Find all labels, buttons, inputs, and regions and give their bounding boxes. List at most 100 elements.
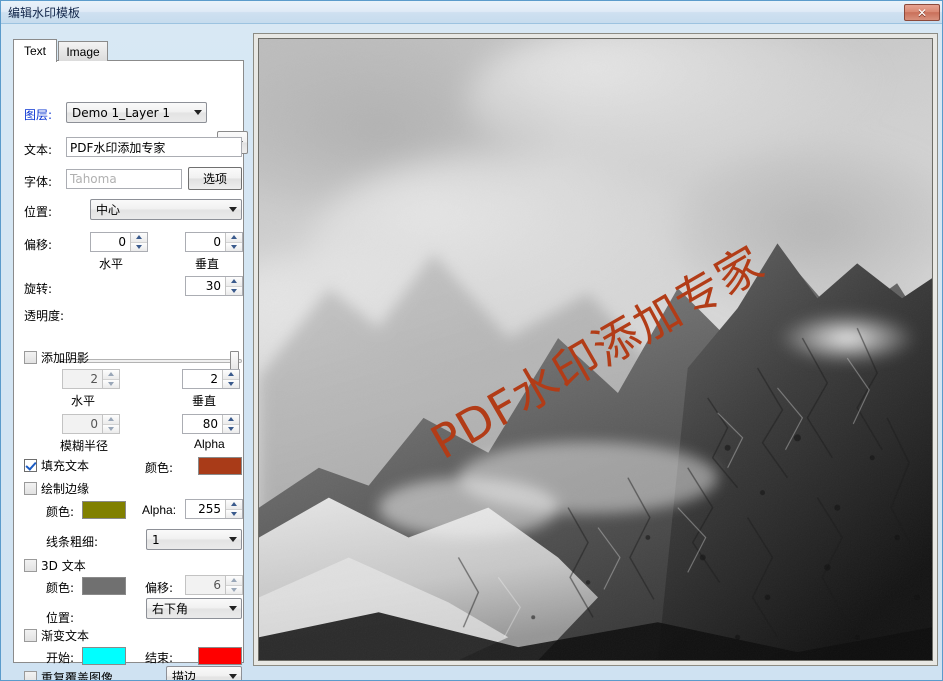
tab-image[interactable]: Image bbox=[58, 41, 108, 61]
3d-position-select[interactable]: 右下角 bbox=[146, 598, 242, 619]
stepper-up-button[interactable] bbox=[131, 233, 147, 243]
shadow-vertical-value: 2 bbox=[210, 372, 218, 386]
checkbox-box bbox=[24, 459, 37, 472]
draw-border-checkbox[interactable]: 绘制边缘 bbox=[24, 480, 89, 497]
border-alpha-stepper[interactable]: 255 bbox=[185, 499, 243, 519]
rotation-stepper[interactable]: 30 bbox=[185, 276, 243, 296]
offset-horizontal-stepper[interactable]: 0 bbox=[90, 232, 148, 252]
stepper-down-button[interactable] bbox=[226, 286, 242, 295]
window-titlebar: 编辑水印模板 ✕ bbox=[1, 1, 942, 24]
gradient-text-checkbox[interactable]: 渐变文本 bbox=[24, 627, 89, 644]
3d-color-swatch[interactable] bbox=[82, 577, 126, 595]
fill-color-swatch[interactable] bbox=[198, 457, 242, 475]
3d-text-checkbox[interactable]: 3D 文本 bbox=[24, 557, 86, 574]
stepper-down-button[interactable] bbox=[226, 585, 242, 594]
offset-horizontal-label: 水平 bbox=[99, 257, 124, 271]
transparency-slider-thumb[interactable] bbox=[230, 351, 239, 371]
stepper-down-button[interactable] bbox=[103, 379, 119, 388]
draw-border-label: 绘制边缘 bbox=[41, 482, 90, 496]
stepper-buttons[interactable] bbox=[225, 576, 242, 594]
checkbox-box bbox=[24, 351, 37, 364]
stepper-up-button[interactable] bbox=[223, 415, 239, 425]
offset-vertical-label: 垂直 bbox=[195, 257, 220, 271]
gradient-text-label: 渐变文本 bbox=[41, 629, 90, 643]
stepper-buttons[interactable] bbox=[130, 233, 147, 251]
shadow-blur-value: 0 bbox=[90, 417, 98, 431]
text-tab-panel: 图层: Demo 1_Layer 1 文本: PDF水印添加专家 字体: Tah… bbox=[13, 60, 248, 680]
border-color-label: 颜色: bbox=[46, 505, 75, 519]
stepper-down-button[interactable] bbox=[223, 379, 239, 388]
preview-image-area[interactable]: PDF水印添加专家 bbox=[258, 38, 933, 661]
close-button[interactable]: ✕ bbox=[904, 4, 940, 21]
stepper-up-button[interactable] bbox=[226, 500, 242, 510]
shadow-blur-stepper[interactable]: 0 bbox=[62, 414, 120, 434]
stepper-up-button[interactable] bbox=[226, 277, 242, 287]
shadow-horizontal-value: 2 bbox=[90, 372, 98, 386]
position-select-value: 中心 bbox=[96, 203, 121, 217]
stepper-buttons[interactable] bbox=[102, 370, 119, 388]
layer-label: 图层: bbox=[24, 108, 53, 122]
fill-color-label: 颜色: bbox=[145, 461, 174, 475]
shadow-blur-label: 模糊半径 bbox=[60, 439, 109, 453]
close-icon: ✕ bbox=[916, 5, 928, 20]
3d-offset-stepper[interactable]: 6 bbox=[185, 575, 243, 595]
stepper-down-button[interactable] bbox=[226, 509, 242, 518]
transparency-label: 透明度: bbox=[24, 309, 65, 323]
shadow-vertical-label: 垂直 bbox=[192, 394, 217, 408]
checkbox-box bbox=[24, 629, 37, 642]
border-color-swatch[interactable] bbox=[82, 501, 126, 519]
fill-text-label: 填充文本 bbox=[41, 459, 90, 473]
rotation-value: 30 bbox=[205, 279, 221, 293]
watermark-text-input[interactable]: PDF水印添加专家 bbox=[66, 137, 242, 157]
position-select[interactable]: 中心 bbox=[90, 199, 242, 220]
tile-mode-select[interactable]: 描边 bbox=[166, 666, 242, 681]
tile-image-checkbox[interactable]: 重复覆盖图像 bbox=[24, 669, 113, 680]
chevron-down-icon bbox=[224, 606, 241, 611]
border-alpha-value: 255 bbox=[198, 502, 221, 516]
gradient-end-label: 结束: bbox=[145, 651, 174, 665]
stepper-buttons[interactable] bbox=[222, 370, 239, 388]
stepper-down-button[interactable] bbox=[223, 424, 239, 433]
stepper-down-button[interactable] bbox=[226, 242, 242, 251]
font-input[interactable]: Tahoma bbox=[66, 169, 182, 189]
chevron-down-icon bbox=[224, 537, 241, 542]
stepper-up-button[interactable] bbox=[103, 415, 119, 425]
settings-panel: Text Image 图层: Demo 1_Layer 1 文本: PDF水印添… bbox=[5, 31, 248, 680]
stepper-down-button[interactable] bbox=[103, 424, 119, 433]
3d-offset-label: 偏移: bbox=[145, 581, 174, 595]
stepper-down-button[interactable] bbox=[131, 242, 147, 251]
stepper-buttons[interactable] bbox=[225, 233, 242, 251]
gradient-start-swatch[interactable] bbox=[82, 647, 126, 665]
fill-text-checkbox[interactable]: 填充文本 bbox=[24, 457, 89, 474]
tab-text[interactable]: Text bbox=[13, 39, 57, 62]
layer-select[interactable]: Demo 1_Layer 1 bbox=[66, 102, 207, 123]
stepper-buttons[interactable] bbox=[225, 500, 242, 518]
font-label: 字体: bbox=[24, 175, 53, 189]
tabstrip: Text Image bbox=[13, 39, 247, 62]
tile-mode-value: 描边 bbox=[172, 670, 197, 681]
stepper-buttons[interactable] bbox=[225, 277, 242, 295]
stepper-up-button[interactable] bbox=[226, 233, 242, 243]
offset-label: 偏移: bbox=[24, 238, 53, 252]
border-alpha-label: Alpha: bbox=[142, 503, 177, 517]
3d-position-label: 位置: bbox=[46, 611, 75, 625]
preview-panel: PDF水印添加专家 bbox=[253, 33, 938, 666]
font-options-button[interactable]: 选项 bbox=[188, 167, 242, 190]
shadow-horizontal-label: 水平 bbox=[71, 394, 96, 408]
rotation-label: 旋转: bbox=[24, 282, 53, 296]
watermark-template-dialog: 编辑水印模板 ✕ Text Image 图层: Demo 1_Layer 1 文… bbox=[0, 0, 943, 681]
stepper-buttons[interactable] bbox=[102, 415, 119, 433]
add-shadow-checkbox[interactable]: 添加阴影 bbox=[24, 349, 89, 366]
gradient-end-swatch[interactable] bbox=[198, 647, 242, 665]
shadow-alpha-label: Alpha bbox=[194, 437, 225, 451]
offset-vertical-stepper[interactable]: 0 bbox=[185, 232, 243, 252]
stepper-up-button[interactable] bbox=[226, 576, 242, 586]
shadow-alpha-stepper[interactable]: 80 bbox=[182, 414, 240, 434]
stepper-buttons[interactable] bbox=[222, 415, 239, 433]
chevron-down-icon bbox=[224, 674, 241, 679]
line-thickness-select[interactable]: 1 bbox=[146, 529, 242, 550]
shadow-horizontal-stepper[interactable]: 2 bbox=[62, 369, 120, 389]
stepper-up-button[interactable] bbox=[103, 370, 119, 380]
shadow-vertical-stepper[interactable]: 2 bbox=[182, 369, 240, 389]
stepper-up-button[interactable] bbox=[223, 370, 239, 380]
